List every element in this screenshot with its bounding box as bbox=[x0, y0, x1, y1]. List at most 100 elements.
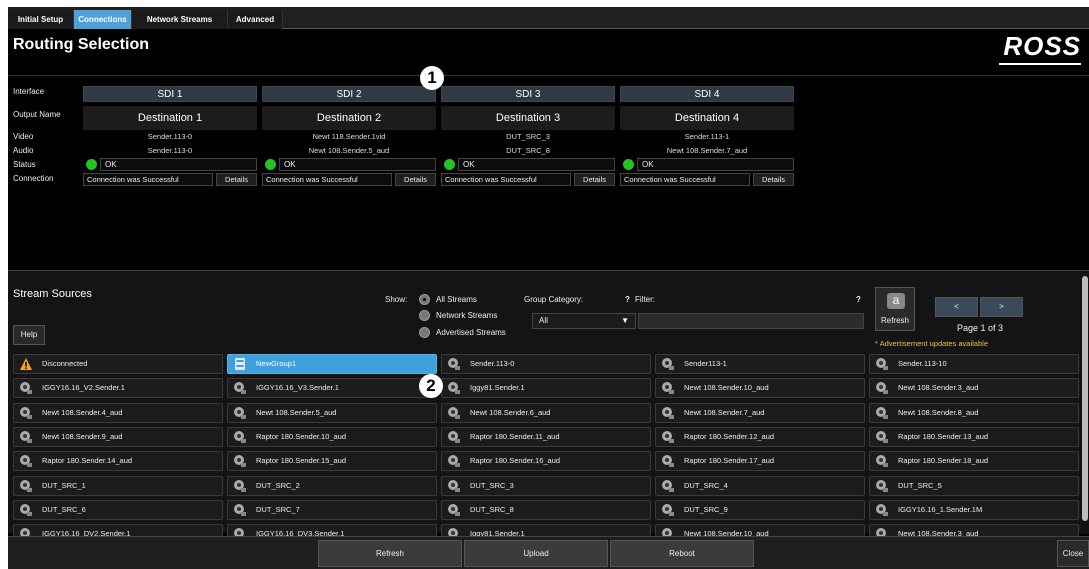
stream-tile[interactable]: IGGY16.16_1.Sender.1M bbox=[869, 499, 1079, 520]
stream-tile-label: Raptor 180.Sender.14_aud bbox=[42, 456, 133, 466]
stream-tile[interactable]: Newt 108.Sender.3_aud bbox=[869, 378, 1079, 399]
status-field-3: OK bbox=[458, 158, 615, 171]
upload-button[interactable]: Upload bbox=[464, 540, 608, 567]
refresh-button[interactable]: Refresh bbox=[318, 540, 462, 567]
tab-advanced[interactable]: Advanced bbox=[228, 10, 283, 29]
stream-icon bbox=[875, 357, 889, 371]
connection-field-4: Connection was Successful bbox=[620, 173, 750, 186]
output-name-2[interactable]: Destination 2 bbox=[262, 106, 436, 130]
tab-network-streams[interactable]: Network Streams bbox=[132, 10, 228, 29]
audio-source-1: Sender.113-0 bbox=[147, 146, 193, 155]
stream-tile[interactable]: Newt 108.Sender.5_aud bbox=[227, 402, 437, 423]
refresh-advertisements-button[interactable]: a Refresh bbox=[875, 287, 915, 331]
stream-icon bbox=[233, 479, 247, 493]
tab-bar: Initial Setup Connections Network Stream… bbox=[8, 7, 1089, 29]
group-help-icon[interactable]: ? bbox=[625, 295, 630, 304]
stream-tile[interactable]: IGGY16.16_V2.Sender.1 bbox=[13, 378, 223, 399]
interface-sdi-2[interactable]: SDI 2 bbox=[262, 86, 436, 102]
stream-tile[interactable]: DUT_SRC_8 bbox=[441, 499, 651, 520]
stream-tile[interactable]: DUT_SRC_5 bbox=[869, 475, 1079, 496]
stream-tile[interactable]: NewGroup1 bbox=[227, 354, 437, 374]
stream-icon bbox=[661, 381, 675, 395]
details-button-1[interactable]: Details bbox=[216, 173, 257, 186]
stream-tile[interactable]: Raptor 180.Sender.11_aud bbox=[441, 426, 651, 447]
stream-tile[interactable]: Raptor 180.Sender.16_aud bbox=[441, 451, 651, 472]
stream-sources-panel: Stream Sources Help Show: All Streams Ne… bbox=[8, 270, 1089, 545]
stream-tile[interactable]: Iggy81.Sender.1 bbox=[441, 378, 651, 399]
stream-icon bbox=[447, 430, 461, 444]
stream-tile-label: DUT_SRC_8 bbox=[470, 504, 514, 514]
stream-tile[interactable]: DUT_SRC_4 bbox=[655, 475, 865, 496]
radio-all-streams[interactable] bbox=[419, 294, 430, 305]
stream-tile[interactable]: Disconnected bbox=[13, 354, 223, 374]
filter-help-icon[interactable]: ? bbox=[856, 295, 861, 304]
status-field-1: OK bbox=[100, 158, 257, 171]
stream-tile-label: DUT_SRC_3 bbox=[470, 480, 514, 490]
output-name-4[interactable]: Destination 4 bbox=[620, 106, 794, 130]
stream-tile-label: IGGY16.16_V2.Sender.1 bbox=[42, 383, 125, 393]
details-button-4[interactable]: Details bbox=[753, 173, 794, 186]
stream-tile[interactable]: Raptor 180.Sender.14_aud bbox=[13, 451, 223, 472]
stream-icon bbox=[875, 503, 889, 517]
output-name-1[interactable]: Destination 1 bbox=[83, 106, 257, 130]
stream-tile-label: Newt 108.Sender.8_aud bbox=[898, 407, 979, 417]
interface-sdi-4[interactable]: SDI 4 bbox=[620, 86, 794, 102]
page-indicator: Page 1 of 3 bbox=[957, 323, 1004, 333]
stream-tile[interactable]: DUT_SRC_1 bbox=[13, 475, 223, 496]
stream-icon bbox=[19, 406, 33, 420]
stream-icon bbox=[19, 503, 33, 517]
stream-tile-label: DUT_SRC_2 bbox=[256, 480, 300, 490]
stream-tile[interactable]: Raptor 180.Sender.18_aud bbox=[869, 451, 1079, 472]
interface-sdi-3[interactable]: SDI 3 bbox=[441, 86, 615, 102]
stream-icon bbox=[447, 454, 461, 468]
help-button[interactable]: Help bbox=[13, 325, 45, 345]
radio-advertised-streams[interactable] bbox=[419, 327, 430, 338]
stream-tile[interactable]: Sender.113-10 bbox=[869, 354, 1079, 374]
stream-tile-label: Newt 108.Sender.3_aud bbox=[898, 383, 979, 393]
radio-network-streams[interactable] bbox=[419, 310, 430, 321]
stream-tile[interactable]: Newt 108.Sender.9_aud bbox=[13, 426, 223, 447]
stream-tile[interactable]: Newt 108.Sender.10_aud bbox=[655, 378, 865, 399]
stream-tile[interactable]: DUT_SRC_7 bbox=[227, 499, 437, 520]
stream-tile[interactable]: DUT_SRC_6 bbox=[13, 499, 223, 520]
stream-icon bbox=[233, 503, 247, 517]
connection-field-1: Connection was Successful bbox=[83, 173, 213, 186]
stream-tile[interactable]: Sender.113-0 bbox=[441, 354, 651, 374]
details-button-3[interactable]: Details bbox=[574, 173, 615, 186]
stream-tile[interactable]: Raptor 180.Sender.13_aud bbox=[869, 426, 1079, 447]
stream-tile[interactable]: Newt 108.Sender.6_aud bbox=[441, 402, 651, 423]
stream-tile[interactable]: Newt 108.Sender.7_aud bbox=[655, 402, 865, 423]
stream-tile[interactable]: IGGY16.16_V3.Sender.1 bbox=[227, 378, 437, 399]
video-source-2: Newt 118.Sender.1vid bbox=[312, 132, 386, 141]
prev-page-button[interactable]: < bbox=[935, 297, 978, 317]
details-button-2[interactable]: Details bbox=[395, 173, 436, 186]
stream-icon bbox=[19, 454, 33, 468]
group-category-select[interactable]: All ▼ bbox=[532, 313, 636, 329]
stream-tile[interactable]: Newt 108.Sender.4_aud bbox=[13, 402, 223, 423]
tab-initial-setup[interactable]: Initial Setup bbox=[8, 10, 74, 29]
output-name-3[interactable]: Destination 3 bbox=[441, 106, 615, 130]
next-page-button[interactable]: > bbox=[980, 297, 1023, 317]
stream-tile[interactable]: Raptor 180.Sender.10_aud bbox=[227, 426, 437, 447]
stream-tile[interactable]: Raptor 180.Sender.12_aud bbox=[655, 426, 865, 447]
stream-tile[interactable]: DUT_SRC_9 bbox=[655, 499, 865, 520]
filter-input[interactable] bbox=[638, 313, 864, 329]
stream-tile[interactable]: Sender113-1 bbox=[655, 354, 865, 374]
stream-tile[interactable]: Raptor 180.Sender.15_aud bbox=[227, 451, 437, 472]
close-button[interactable]: Close bbox=[1057, 540, 1089, 567]
show-label: Show: bbox=[385, 295, 408, 304]
scrollbar-thumb[interactable] bbox=[1082, 276, 1088, 521]
stream-icon bbox=[875, 406, 889, 420]
stream-tile[interactable]: DUT_SRC_2 bbox=[227, 475, 437, 496]
stream-tile[interactable]: Raptor 180.Sender.17_aud bbox=[655, 451, 865, 472]
page-title: Routing Selection bbox=[13, 36, 149, 53]
scrollbar[interactable] bbox=[1081, 271, 1089, 534]
interface-sdi-1[interactable]: SDI 1 bbox=[83, 86, 257, 102]
stream-tile-label: Newt 108.Sender.10_aud bbox=[684, 383, 769, 393]
tab-connections[interactable]: Connections bbox=[74, 10, 132, 29]
reboot-button[interactable]: Reboot bbox=[610, 540, 754, 567]
video-source-4: Sender.113-1 bbox=[684, 132, 730, 141]
connection-field-2: Connection was Successful bbox=[262, 173, 392, 186]
stream-tile[interactable]: DUT_SRC_3 bbox=[441, 475, 651, 496]
stream-tile[interactable]: Newt 108.Sender.8_aud bbox=[869, 402, 1079, 423]
